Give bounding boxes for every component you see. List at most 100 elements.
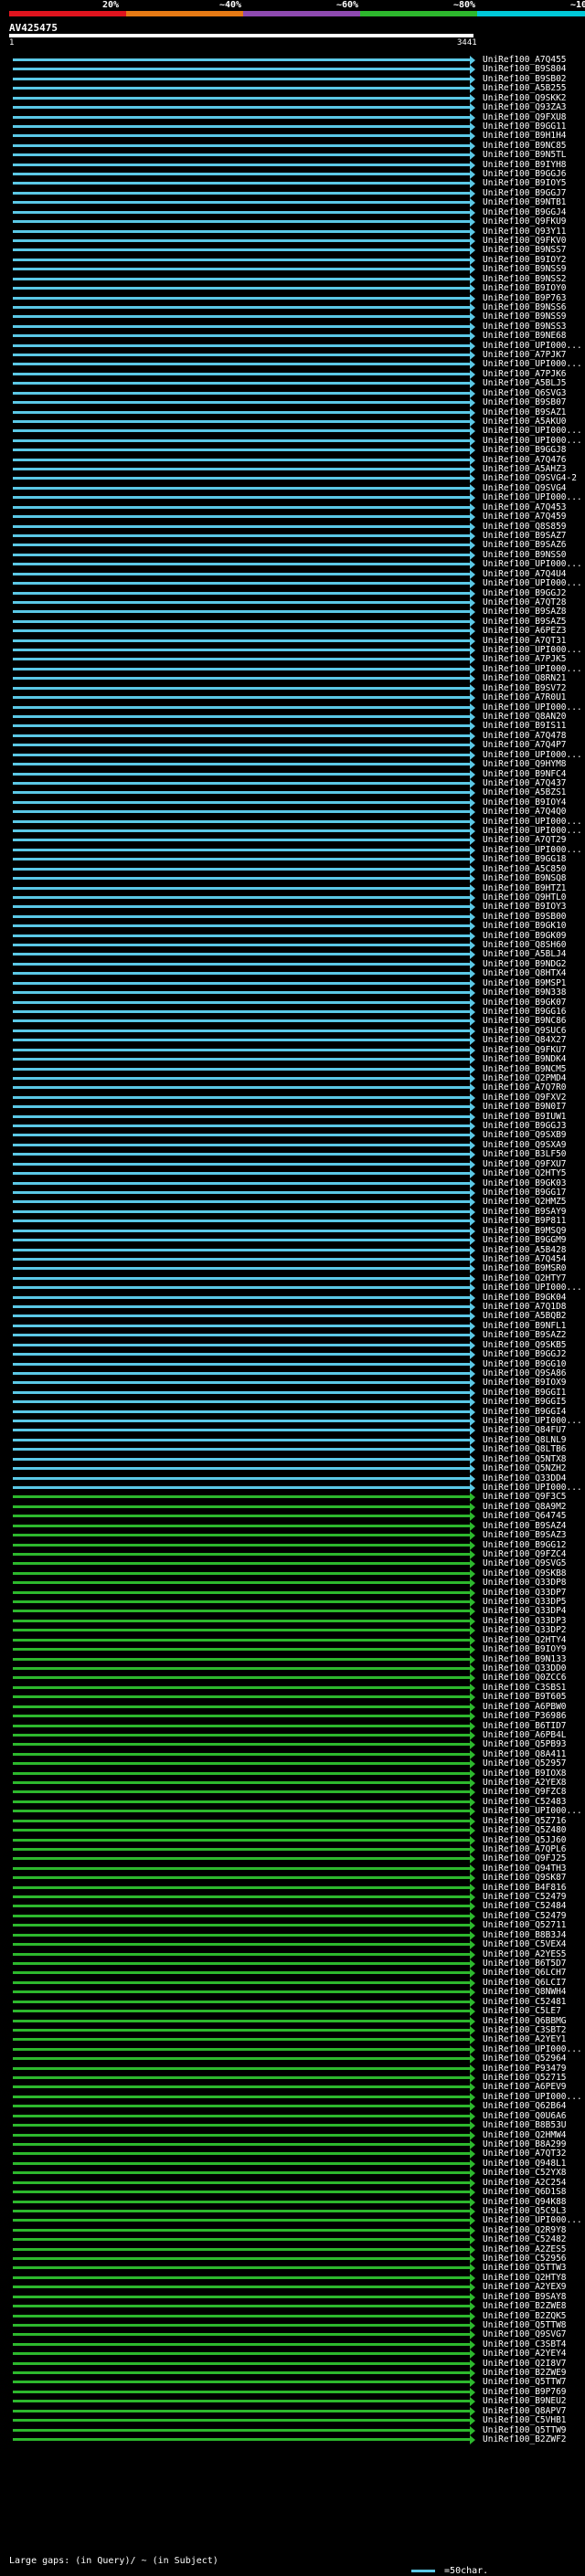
alignment-line xyxy=(13,544,470,547)
alignment-line xyxy=(13,391,470,395)
hit-label[interactable]: UniRef100_B2ZWF2 xyxy=(483,2434,567,2445)
alignment-line xyxy=(13,2066,470,2070)
alignment-line xyxy=(13,287,470,290)
alignment-line xyxy=(13,201,470,205)
large-gaps-label: Large gaps: xyxy=(9,2556,70,2566)
alignment-line xyxy=(13,2390,470,2393)
alignment-line xyxy=(13,2275,470,2279)
alignment-line xyxy=(13,867,470,871)
alignment-line xyxy=(13,1438,470,1441)
alignment-line xyxy=(13,1924,470,1927)
scale-label: ~80% xyxy=(453,0,476,10)
alignment-line xyxy=(13,1495,470,1499)
alignment-line xyxy=(13,1752,470,1756)
alignment-line xyxy=(13,1420,470,1423)
alignment-line xyxy=(13,1600,470,1604)
alignment-line xyxy=(13,258,470,261)
alignment-line xyxy=(13,619,470,623)
alignment-line xyxy=(13,895,470,899)
legend-footer: Large gaps: (in Query)/ ~ (in Subject) =… xyxy=(9,2556,585,2576)
alignment-line xyxy=(13,1429,470,1432)
alignment-line xyxy=(13,1952,470,1956)
alignment-line xyxy=(13,515,470,519)
scale-label: ~40% xyxy=(219,0,242,10)
alignment-line xyxy=(13,1895,470,1899)
alignment-line xyxy=(13,1666,470,1670)
alignment-line xyxy=(13,649,470,652)
alignment-line xyxy=(13,410,470,414)
alignment-line xyxy=(13,2019,470,2022)
alignment-line xyxy=(13,2381,470,2384)
hit-row[interactable]: UniRef100_B2ZWF2 xyxy=(0,2434,585,2445)
alignment-line xyxy=(13,791,470,795)
alignment-line xyxy=(13,2400,470,2403)
alignment-line xyxy=(13,991,470,995)
alignment-line xyxy=(13,714,470,718)
alignment-line xyxy=(13,2295,470,2298)
alignment-line xyxy=(13,1876,470,1880)
scale-segment xyxy=(9,11,126,16)
scale-label: ~60% xyxy=(336,0,359,10)
alignment-line xyxy=(13,819,470,823)
alignment-line xyxy=(13,1334,470,1337)
alignment-line xyxy=(13,1705,470,1708)
alignment-line xyxy=(13,77,470,80)
alignment-line xyxy=(13,96,470,100)
alignment-line xyxy=(13,734,470,737)
alignment-line xyxy=(13,810,470,814)
alignment-line xyxy=(13,1114,470,1118)
alignment-line xyxy=(13,829,470,833)
alignment-line xyxy=(13,2342,470,2346)
alignment-line xyxy=(13,2191,470,2194)
query-start: 1 xyxy=(9,38,15,48)
alignment-line xyxy=(13,877,470,881)
alignment-line xyxy=(13,153,470,157)
scale-segment xyxy=(477,11,585,16)
alignment-line xyxy=(13,1239,470,1242)
alignment-line xyxy=(13,2371,470,2375)
alignment-line xyxy=(13,1276,470,1280)
alignment-line xyxy=(13,2209,470,2212)
alignment-line xyxy=(13,1448,470,1452)
query-bar xyxy=(9,34,473,37)
alignment-line xyxy=(13,1067,470,1071)
alignment-line xyxy=(13,724,470,728)
alignment-line xyxy=(13,2200,470,2203)
alignment-line xyxy=(13,1305,470,1309)
alignment-line xyxy=(13,1685,470,1689)
alignment-line xyxy=(13,981,470,985)
alignment-line xyxy=(13,2142,470,2146)
alignment-line xyxy=(13,2352,470,2356)
alignment-line xyxy=(13,1267,470,1271)
alignment-line xyxy=(13,1076,470,1080)
alignment-line xyxy=(13,1105,470,1109)
alignment-line xyxy=(13,839,470,842)
scale-segment xyxy=(360,11,477,16)
alignment-line xyxy=(13,2409,470,2412)
alignment-line xyxy=(13,1162,470,1166)
alignment-line xyxy=(13,429,470,433)
alignment-line xyxy=(13,1562,470,1566)
alignment-line xyxy=(13,134,470,138)
alignment-line xyxy=(13,1638,470,1642)
alignment-line xyxy=(13,486,470,490)
scale-segment xyxy=(243,11,360,16)
alignment-line xyxy=(13,296,470,300)
alignment-line xyxy=(13,1143,470,1146)
alignment-line xyxy=(13,449,470,452)
scale-segment xyxy=(126,11,243,16)
alignment-line xyxy=(13,1086,470,1090)
alignment-line xyxy=(13,800,470,804)
alignment-line xyxy=(13,1971,470,1975)
alignment-line xyxy=(13,629,470,633)
alignment-line xyxy=(13,1933,470,1937)
alignment-line xyxy=(13,401,470,405)
alignment-line xyxy=(13,2428,470,2432)
alignment-line xyxy=(13,1476,470,1480)
alignment-line xyxy=(13,438,470,442)
alignment-line xyxy=(13,229,470,233)
alignment-line xyxy=(13,1743,470,1747)
alignment-line xyxy=(13,1838,470,1842)
alignment-line xyxy=(13,2361,470,2365)
alignment-line xyxy=(13,1200,470,1204)
